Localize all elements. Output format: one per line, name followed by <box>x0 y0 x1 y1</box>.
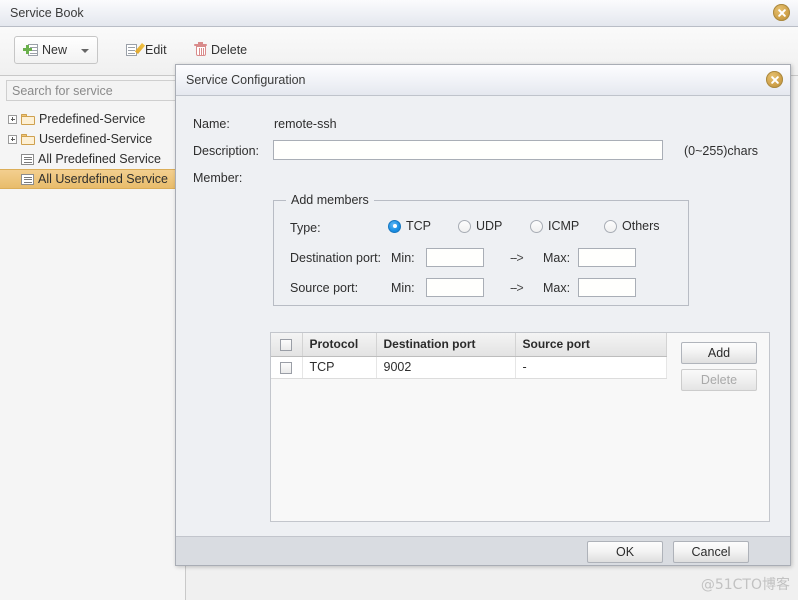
expand-icon[interactable] <box>8 134 17 144</box>
dialog-title: Service Configuration <box>186 73 306 87</box>
edit-icon <box>126 43 146 57</box>
folder-icon <box>21 113 35 125</box>
sidebar-item-label: Predefined-Service <box>39 112 146 126</box>
members-table: Protocol Destination port Source port TC… <box>271 333 667 379</box>
description-hint: (0~255)chars <box>684 144 758 158</box>
radio-icmp-label: ICMP <box>548 219 580 233</box>
source-port-min-input[interactable] <box>426 278 484 297</box>
destination-arrow: --> <box>510 251 524 265</box>
destination-max-label: Max: <box>543 251 571 265</box>
source-max-label: Max: <box>543 281 571 295</box>
dialog-titlebar: Service Configuration <box>176 65 790 96</box>
list-icon <box>21 173 34 185</box>
destination-port-label: Destination port: <box>290 251 382 265</box>
column-header-destination-port: Destination port <box>376 333 516 357</box>
member-label: Member: <box>193 171 243 185</box>
description-label: Description: <box>193 144 259 158</box>
radio-tcp-label: TCP <box>406 219 431 233</box>
folder-icon <box>21 133 35 145</box>
table-header-row: Protocol Destination port Source port <box>271 333 667 357</box>
source-port-max-input[interactable] <box>578 278 636 297</box>
description-input[interactable] <box>273 140 663 160</box>
row-checkbox[interactable] <box>280 361 293 374</box>
list-icon <box>21 153 34 165</box>
new-icon <box>23 43 38 57</box>
trash-icon <box>194 42 207 57</box>
sidebar-item-all-predefined-service[interactable]: All Predefined Service <box>0 149 186 169</box>
column-header-source-port: Source port <box>515 333 667 357</box>
radio-tcp[interactable]: TCP <box>388 219 431 233</box>
main-window: Service Book New Edit Delete Search for … <box>0 0 798 600</box>
destination-port-max-input[interactable] <box>578 248 636 267</box>
radio-icmp[interactable]: ICMP <box>530 219 579 233</box>
add-member-button[interactable]: Add <box>681 342 757 364</box>
service-configuration-dialog: Service Configuration Name: remote-ssh D… <box>175 64 791 566</box>
add-members-group: Add members Type: TCP UDP ICMP Others De… <box>273 193 689 306</box>
radio-others[interactable]: Others <box>604 219 660 233</box>
source-arrow: --> <box>510 281 524 295</box>
watermark: @51CTO博客 <box>700 577 790 593</box>
radio-dot-icon[interactable] <box>458 219 471 233</box>
new-button-label: New <box>42 43 68 57</box>
close-icon[interactable] <box>773 4 790 21</box>
search-input[interactable] <box>7 81 179 100</box>
sidebar-item-userdefined-service[interactable]: Userdefined-Service <box>0 129 186 149</box>
members-table-panel: Protocol Destination port Source port TC… <box>270 332 770 522</box>
row-select-cell <box>271 356 303 379</box>
cell-protocol: TCP <box>302 356 377 379</box>
source-min-label: Min: <box>391 281 415 295</box>
name-label: Name: <box>193 117 230 131</box>
radio-others-label: Others <box>622 219 660 233</box>
delete-button-label: Delete <box>211 43 248 57</box>
radio-udp-label: UDP <box>476 219 503 233</box>
sidebar-item-predefined-service[interactable]: Predefined-Service <box>0 109 186 129</box>
radio-dot-icon[interactable] <box>604 219 617 233</box>
delete-button[interactable]: Delete <box>186 36 255 64</box>
source-port-label: Source port: <box>290 281 359 295</box>
select-all-header <box>271 333 303 357</box>
new-button[interactable]: New <box>14 36 98 64</box>
dialog-footer: OK Cancel <box>176 536 790 565</box>
service-tree: Predefined-Service Userdefined-Service A… <box>0 109 186 189</box>
radio-dot-icon[interactable] <box>388 219 401 233</box>
sidebar-item-all-userdefined-service[interactable]: All Userdefined Service <box>0 169 186 189</box>
ok-button[interactable]: OK <box>587 541 663 563</box>
column-header-protocol: Protocol <box>302 333 377 357</box>
select-all-checkbox[interactable] <box>280 339 293 352</box>
radio-dot-icon[interactable] <box>530 219 543 233</box>
page-title: Service Book <box>10 6 84 20</box>
table-row[interactable]: TCP 9002 - <box>271 356 667 379</box>
sidebar-item-label: All Predefined Service <box>38 152 161 166</box>
close-icon[interactable] <box>766 71 783 88</box>
cancel-button[interactable]: Cancel <box>673 541 749 563</box>
dialog-body: Name: remote-ssh Description: (0~255)cha… <box>176 96 790 536</box>
edit-button[interactable]: Edit <box>118 36 175 64</box>
search-box[interactable] <box>6 80 180 101</box>
sidebar-item-label: Userdefined-Service <box>39 132 153 146</box>
sidebar-item-label: All Userdefined Service <box>38 172 168 186</box>
cell-destination-port: 9002 <box>376 356 516 379</box>
name-value: remote-ssh <box>274 117 337 131</box>
destination-port-min-input[interactable] <box>426 248 484 267</box>
expand-icon[interactable] <box>8 114 17 124</box>
sidebar: Predefined-Service Userdefined-Service A… <box>0 76 186 600</box>
add-members-legend: Add members <box>286 193 374 207</box>
cell-source-port: - <box>515 356 667 379</box>
radio-udp[interactable]: UDP <box>458 219 502 233</box>
chevron-down-icon[interactable] <box>81 49 89 53</box>
type-label: Type: <box>290 221 321 235</box>
destination-min-label: Min: <box>391 251 415 265</box>
main-window-titlebar: Service Book <box>0 0 798 27</box>
edit-button-label: Edit <box>145 43 167 57</box>
delete-member-button: Delete <box>681 369 757 391</box>
